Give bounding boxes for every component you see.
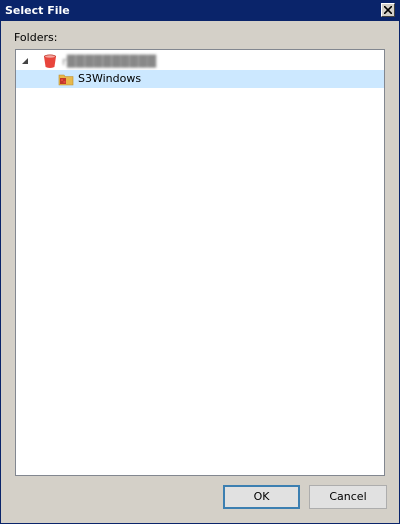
- title-bar[interactable]: Select File: [1, 1, 399, 21]
- folder-icon: [58, 71, 74, 87]
- tree-item-s3windows[interactable]: S3Windows: [16, 70, 384, 88]
- tree-root-row[interactable]: r██████████: [16, 52, 384, 70]
- ok-button[interactable]: OK: [223, 485, 300, 509]
- window-title: Select File: [5, 4, 70, 17]
- folder-tree[interactable]: r██████████ S3Windows: [15, 49, 385, 476]
- bucket-icon: [42, 53, 58, 69]
- select-file-dialog: Select File Folders: r██████████ S3Windo…: [0, 0, 400, 524]
- tree-item-label: S3Windows: [78, 72, 142, 85]
- close-button[interactable]: [381, 3, 395, 17]
- folders-label: Folders:: [14, 31, 58, 44]
- collapse-triangle-icon[interactable]: [20, 56, 30, 66]
- cancel-button[interactable]: Cancel: [309, 485, 387, 509]
- bucket-name: r██████████: [62, 55, 157, 68]
